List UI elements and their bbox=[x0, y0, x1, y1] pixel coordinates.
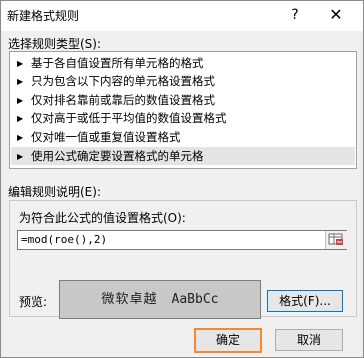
preview-box: 微软卓越 AaBbCc bbox=[59, 280, 261, 319]
formula-input[interactable]: =mod(roe(),2) bbox=[17, 230, 347, 250]
rule-type-item[interactable]: ▶ 基于各自值设置所有单元格的格式 bbox=[11, 54, 355, 72]
ok-button[interactable]: 确定 bbox=[194, 328, 262, 353]
formula-label: 为符合此公式的值设置格式(O): bbox=[19, 211, 186, 225]
close-button[interactable]: ✕ bbox=[323, 4, 349, 26]
dialog-title: 新建格式规则 bbox=[7, 9, 80, 23]
triangle-right-icon: ▶ bbox=[17, 133, 24, 142]
rule-type-label: 选择规则类型(S): bbox=[8, 37, 102, 51]
preview-sample-latin: AaBbCc bbox=[171, 292, 219, 307]
rule-type-item[interactable]: ▶ 只为包含以下内容的单元格设置格式 bbox=[11, 72, 355, 90]
triangle-right-icon: ▶ bbox=[17, 77, 24, 86]
rule-type-item[interactable]: ▶ 仅对唯一值或重复值设置格式 bbox=[11, 128, 355, 146]
triangle-right-icon: ▶ bbox=[17, 59, 24, 68]
rule-type-list[interactable]: ▶ 基于各自值设置所有单元格的格式 ▶ 只为包含以下内容的单元格设置格式 ▶ 仅对排名… bbox=[9, 51, 357, 169]
triangle-right-icon: ▶ bbox=[17, 96, 24, 105]
preview-sample-cjk: 微软卓越 bbox=[101, 292, 158, 307]
range-select-button[interactable] bbox=[325, 231, 347, 249]
rule-type-item[interactable]: ▶ 仅对排名靠前或靠后的数值设置格式 bbox=[11, 91, 355, 109]
rule-description-label: 编辑规则说明(E): bbox=[8, 185, 101, 199]
preview-label: 预览: bbox=[19, 295, 48, 309]
triangle-right-icon: ▶ bbox=[17, 114, 24, 123]
triangle-right-icon: ▶ bbox=[17, 152, 24, 161]
help-button[interactable]: ? bbox=[284, 4, 306, 26]
cancel-button[interactable]: 取消 bbox=[275, 329, 343, 351]
range-select-icon bbox=[328, 233, 343, 245]
rule-type-item-selected[interactable]: ▶ 使用公式确定要设置格式的单元格 bbox=[11, 147, 355, 165]
new-format-rule-dialog: 新建格式规则 ? ✕ 选择规则类型(S): ▶ 基于各自值设置所有单元格的格式 ▶… bbox=[0, 0, 364, 358]
title-bar: 新建格式规则 ? ✕ bbox=[1, 1, 363, 31]
format-button[interactable]: 格式(F)... bbox=[267, 290, 343, 312]
rule-type-item[interactable]: ▶ 仅对高于或低于平均值的数值设置格式 bbox=[11, 109, 355, 127]
